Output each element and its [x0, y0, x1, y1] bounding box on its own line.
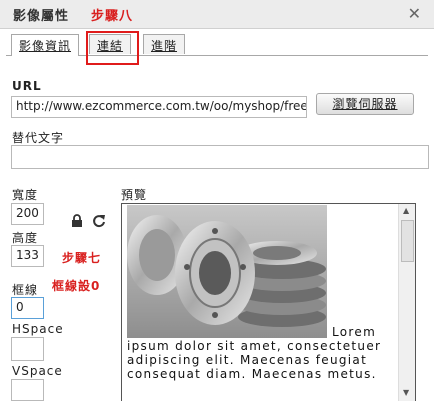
- dialog-title: 影像屬性: [13, 9, 70, 24]
- browse-server-button[interactable]: 瀏覽伺服器: [316, 93, 414, 115]
- preview-scrollbar[interactable]: ▲ ▼: [398, 204, 415, 401]
- preview-pane[interactable]: Lorem ipsum dolor sit amet, consectetuer…: [121, 203, 416, 401]
- width-label: 寬度: [12, 188, 39, 202]
- height-label: 高度: [12, 231, 39, 245]
- step-eight-highlight: [86, 31, 139, 65]
- scrollbar-thumb[interactable]: [401, 220, 414, 262]
- url-input[interactable]: http://www.ezcommerce.com.tw/oo/myshop/f…: [11, 96, 307, 118]
- step-eight-annotation: 步驟八: [91, 9, 134, 24]
- step-seven-annotation: 步驟七: [62, 251, 102, 265]
- reset-size-icon[interactable]: [92, 214, 106, 231]
- alt-text-input[interactable]: [11, 145, 429, 169]
- scroll-down-icon[interactable]: ▼: [403, 388, 409, 397]
- width-input[interactable]: 200: [11, 203, 44, 225]
- tab-image-info[interactable]: 影像資訊: [11, 34, 80, 56]
- preview-label: 預覽: [121, 188, 148, 202]
- vspace-label: VSpace: [12, 364, 63, 378]
- hspace-input[interactable]: [11, 337, 44, 361]
- border-zero-annotation: 框線設0: [52, 279, 101, 293]
- alt-text-label: 替代文字: [12, 131, 65, 145]
- scroll-up-icon[interactable]: ▲: [403, 206, 409, 215]
- tab-advanced[interactable]: 進階: [143, 34, 186, 54]
- dialog-titlebar: 影像屬性 步驟八 ✕: [0, 0, 434, 29]
- lock-ratio-icon[interactable]: [71, 214, 83, 231]
- border-input[interactable]: 0: [11, 297, 44, 319]
- hspace-label: HSpace: [12, 322, 64, 336]
- vspace-input[interactable]: [11, 379, 44, 401]
- preview-text: Lorem ipsum dolor sit amet, consectetuer…: [127, 325, 382, 381]
- border-label: 框線: [12, 283, 39, 297]
- height-input[interactable]: 133: [11, 245, 44, 267]
- close-icon[interactable]: ✕: [408, 4, 421, 23]
- url-label: URL: [12, 79, 42, 93]
